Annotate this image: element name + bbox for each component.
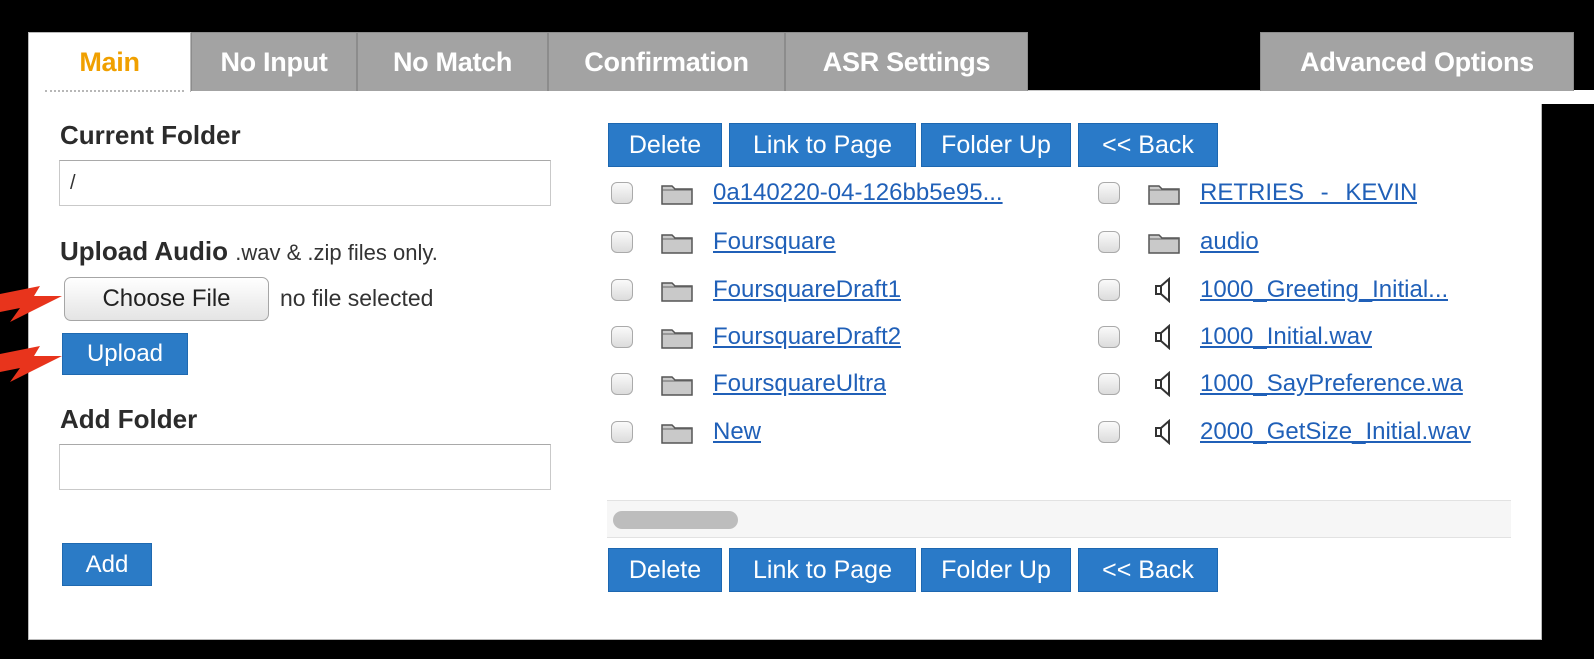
folder-icon [1148, 185, 1180, 205]
list-item[interactable]: FoursquareDraft1 [611, 272, 901, 308]
file-link[interactable]: 0a140220-04-126bb5e95... [713, 179, 1003, 207]
list-item[interactable]: Foursquare [611, 224, 836, 260]
speaker-icon [1155, 371, 1170, 397]
file-link[interactable]: FoursquareDraft1 [713, 276, 901, 304]
folder-up-button-bottom[interactable]: Folder Up [921, 548, 1071, 592]
checkbox[interactable] [611, 231, 633, 253]
folder-icon [661, 282, 693, 302]
checkbox[interactable] [1098, 182, 1120, 204]
checkbox[interactable] [1098, 421, 1120, 443]
red-arrow-icon [0, 286, 62, 322]
tab-advanced-options-label: Advanced Options [1300, 46, 1534, 77]
no-file-selected-text: no file selected [280, 285, 434, 311]
upload-button[interactable]: Upload [62, 333, 188, 375]
folder-icon [661, 376, 693, 396]
file-link[interactable]: New [713, 418, 761, 446]
list-item[interactable]: 2000_GetSize_Initial.wav [1098, 414, 1510, 450]
checkbox[interactable] [1098, 279, 1120, 301]
tab-confirmation-label: Confirmation [584, 46, 749, 77]
speaker-icon [1155, 419, 1170, 445]
scrollbar-thumb[interactable] [613, 511, 738, 529]
tab-no-input-label: No Input [220, 46, 328, 77]
link-to-page-button-bottom[interactable]: Link to Page [729, 548, 916, 592]
speaker-icon [1155, 324, 1170, 350]
checkbox[interactable] [611, 421, 633, 443]
page-root: Main No Input No Match Confirmation ASR … [0, 0, 1594, 659]
list-item[interactable]: New [611, 414, 761, 450]
file-link[interactable]: 2000_GetSize_Initial.wav [1200, 418, 1471, 446]
checkbox[interactable] [611, 279, 633, 301]
link-to-page-button-top[interactable]: Link to Page [729, 123, 916, 167]
list-item[interactable]: 1000_Greeting_Initial... [1098, 272, 1510, 308]
add-folder-button[interactable]: Add [62, 543, 152, 586]
list-item[interactable]: FoursquareDraft2 [611, 319, 901, 355]
tab-main[interactable]: Main [28, 32, 191, 92]
checkbox[interactable] [611, 182, 633, 204]
red-arrow-icon [0, 346, 62, 382]
back-button-bottom[interactable]: << Back [1078, 548, 1218, 592]
file-link[interactable]: FoursquareUltra [713, 370, 886, 398]
add-folder-input[interactable] [59, 444, 551, 490]
list-item[interactable]: FoursquareUltra [611, 366, 886, 402]
delete-button-top[interactable]: Delete [608, 123, 722, 167]
tab-asr-settings[interactable]: ASR Settings [785, 32, 1028, 91]
folder-icon [661, 185, 693, 205]
list-item[interactable]: 1000_Initial.wav [1098, 319, 1510, 355]
tab-confirmation[interactable]: Confirmation [548, 32, 785, 91]
checkbox[interactable] [1098, 231, 1120, 253]
file-link[interactable]: 1000_Initial.wav [1200, 323, 1372, 351]
tab-no-match-label: No Match [392, 46, 513, 77]
checkbox[interactable] [611, 373, 633, 395]
tab-asr-settings-label: ASR Settings [822, 46, 991, 77]
tab-no-input[interactable]: No Input [191, 32, 357, 91]
file-link[interactable]: audio [1200, 228, 1259, 256]
folder-icon [661, 234, 693, 254]
panel-right-edge [1540, 90, 1594, 104]
choose-file-button[interactable]: Choose File [64, 277, 269, 321]
checkbox[interactable] [1098, 326, 1120, 348]
back-button-top[interactable]: << Back [1078, 123, 1218, 167]
folder-up-button-top[interactable]: Folder Up [921, 123, 1071, 167]
file-link[interactable]: 1000_SayPreference.wa [1200, 370, 1463, 398]
list-item[interactable]: audio [1098, 224, 1510, 260]
speaker-icon [1155, 277, 1170, 303]
folder-icon [1148, 234, 1180, 254]
current-folder-label: Current Folder [60, 120, 241, 150]
file-link[interactable]: Foursquare [713, 228, 836, 256]
file-link[interactable]: 1000_Greeting_Initial... [1200, 276, 1448, 304]
file-link[interactable]: RETRIES - KEVIN [1200, 179, 1417, 207]
list-item[interactable]: 1000_SayPreference.wa [1098, 366, 1510, 402]
current-folder-input[interactable] [59, 160, 551, 206]
tab-main-label: Main [79, 47, 140, 77]
tab-advanced-options[interactable]: Advanced Options [1260, 32, 1574, 91]
upload-audio-hint: .wav & .zip files only. [235, 240, 438, 265]
add-folder-label: Add Folder [60, 404, 198, 434]
folder-icon [661, 329, 693, 349]
file-list-horizontal-scrollbar[interactable] [607, 500, 1511, 538]
list-item[interactable]: 0a140220-04-126bb5e95... [611, 175, 1003, 211]
delete-button-bottom[interactable]: Delete [608, 548, 722, 592]
folder-icon [661, 424, 693, 444]
tab-main-underline [45, 90, 184, 92]
tab-no-match[interactable]: No Match [357, 32, 548, 91]
list-item[interactable]: RETRIES - KEVIN [1098, 175, 1510, 211]
checkbox[interactable] [611, 326, 633, 348]
checkbox[interactable] [1098, 373, 1120, 395]
upload-audio-heading: Upload Audio .wav & .zip files only. [60, 236, 438, 267]
file-link[interactable]: FoursquareDraft2 [713, 323, 901, 351]
upload-audio-label: Upload Audio [60, 236, 229, 266]
